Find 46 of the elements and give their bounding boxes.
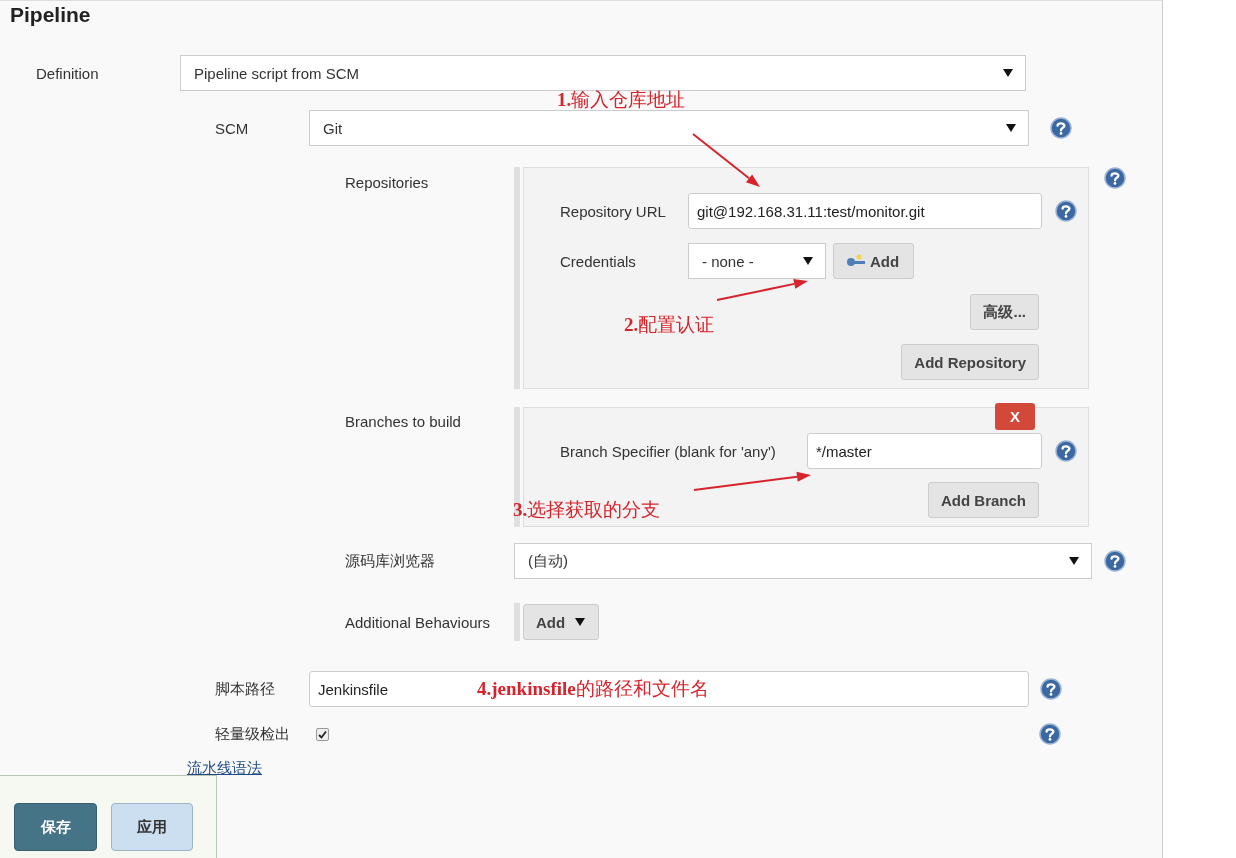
caret-icon [803,257,813,265]
credentials-select[interactable]: - none - [688,243,826,279]
field-label: 脚本路径 [215,679,276,699]
pipeline-syntax-link[interactable]: 流水线语法 [187,759,262,776]
help-icon[interactable] [1040,678,1062,700]
field-label: Credentials [560,252,637,270]
repository-url-input[interactable]: git@192.168.31.11:test/monitor.git [688,193,1042,229]
caret-icon [1006,124,1016,132]
help-icon[interactable] [1050,117,1072,139]
key-icon [846,254,866,268]
field-label: 源码库浏览器 [345,551,436,571]
caret-icon [1069,557,1079,565]
add-behaviour-button[interactable]: Add [523,604,599,640]
help-icon[interactable] [1039,723,1061,745]
lightweight-checkbox[interactable] [316,727,329,741]
section-title: Pipeline [9,2,92,28]
field-label: 轻量级检出 [215,724,291,744]
help-icon[interactable] [1104,550,1126,572]
field-label: Branch Specifier (blank for 'any') [560,442,777,460]
delete-branch-button[interactable]: X [995,403,1035,430]
apply-button[interactable]: 应用 [111,803,193,851]
add-branch-button[interactable]: Add Branch [928,482,1039,518]
branch-specifier-input[interactable]: */master [807,433,1042,469]
add-repository-button[interactable]: Add Repository [901,344,1039,380]
add-credentials-button[interactable]: Add [833,243,914,279]
save-button[interactable]: 保存 [14,803,97,851]
annotation-text: 1.输入仓库地址 [557,88,686,112]
field-label: Repository URL [560,202,667,220]
annotation-arrow [692,133,760,187]
field-label: Additional Behaviours [345,613,492,631]
advanced-button[interactable]: 高级... [970,294,1039,330]
definition-select[interactable]: Pipeline script from SCM [180,55,1026,91]
help-icon[interactable] [1104,167,1126,189]
annotation-text: 2.配置认证 [624,313,715,337]
help-icon[interactable] [1055,440,1077,462]
help-icon[interactable] [1055,200,1077,222]
repository-browser-select[interactable]: (自动) [514,543,1092,579]
caret-icon [575,618,586,626]
field-label: Definition [36,64,100,82]
field-label: SCM [215,119,250,137]
field-label: Branches to build [345,412,462,430]
annotation-text: 3.选择获取的分支 [513,498,661,522]
annotation-text: 4.jenkinsfile的路径和文件名 [477,677,709,701]
scm-select[interactable]: Git [309,110,1029,146]
field-label: Repositories [345,173,430,191]
caret-icon [1003,69,1013,77]
